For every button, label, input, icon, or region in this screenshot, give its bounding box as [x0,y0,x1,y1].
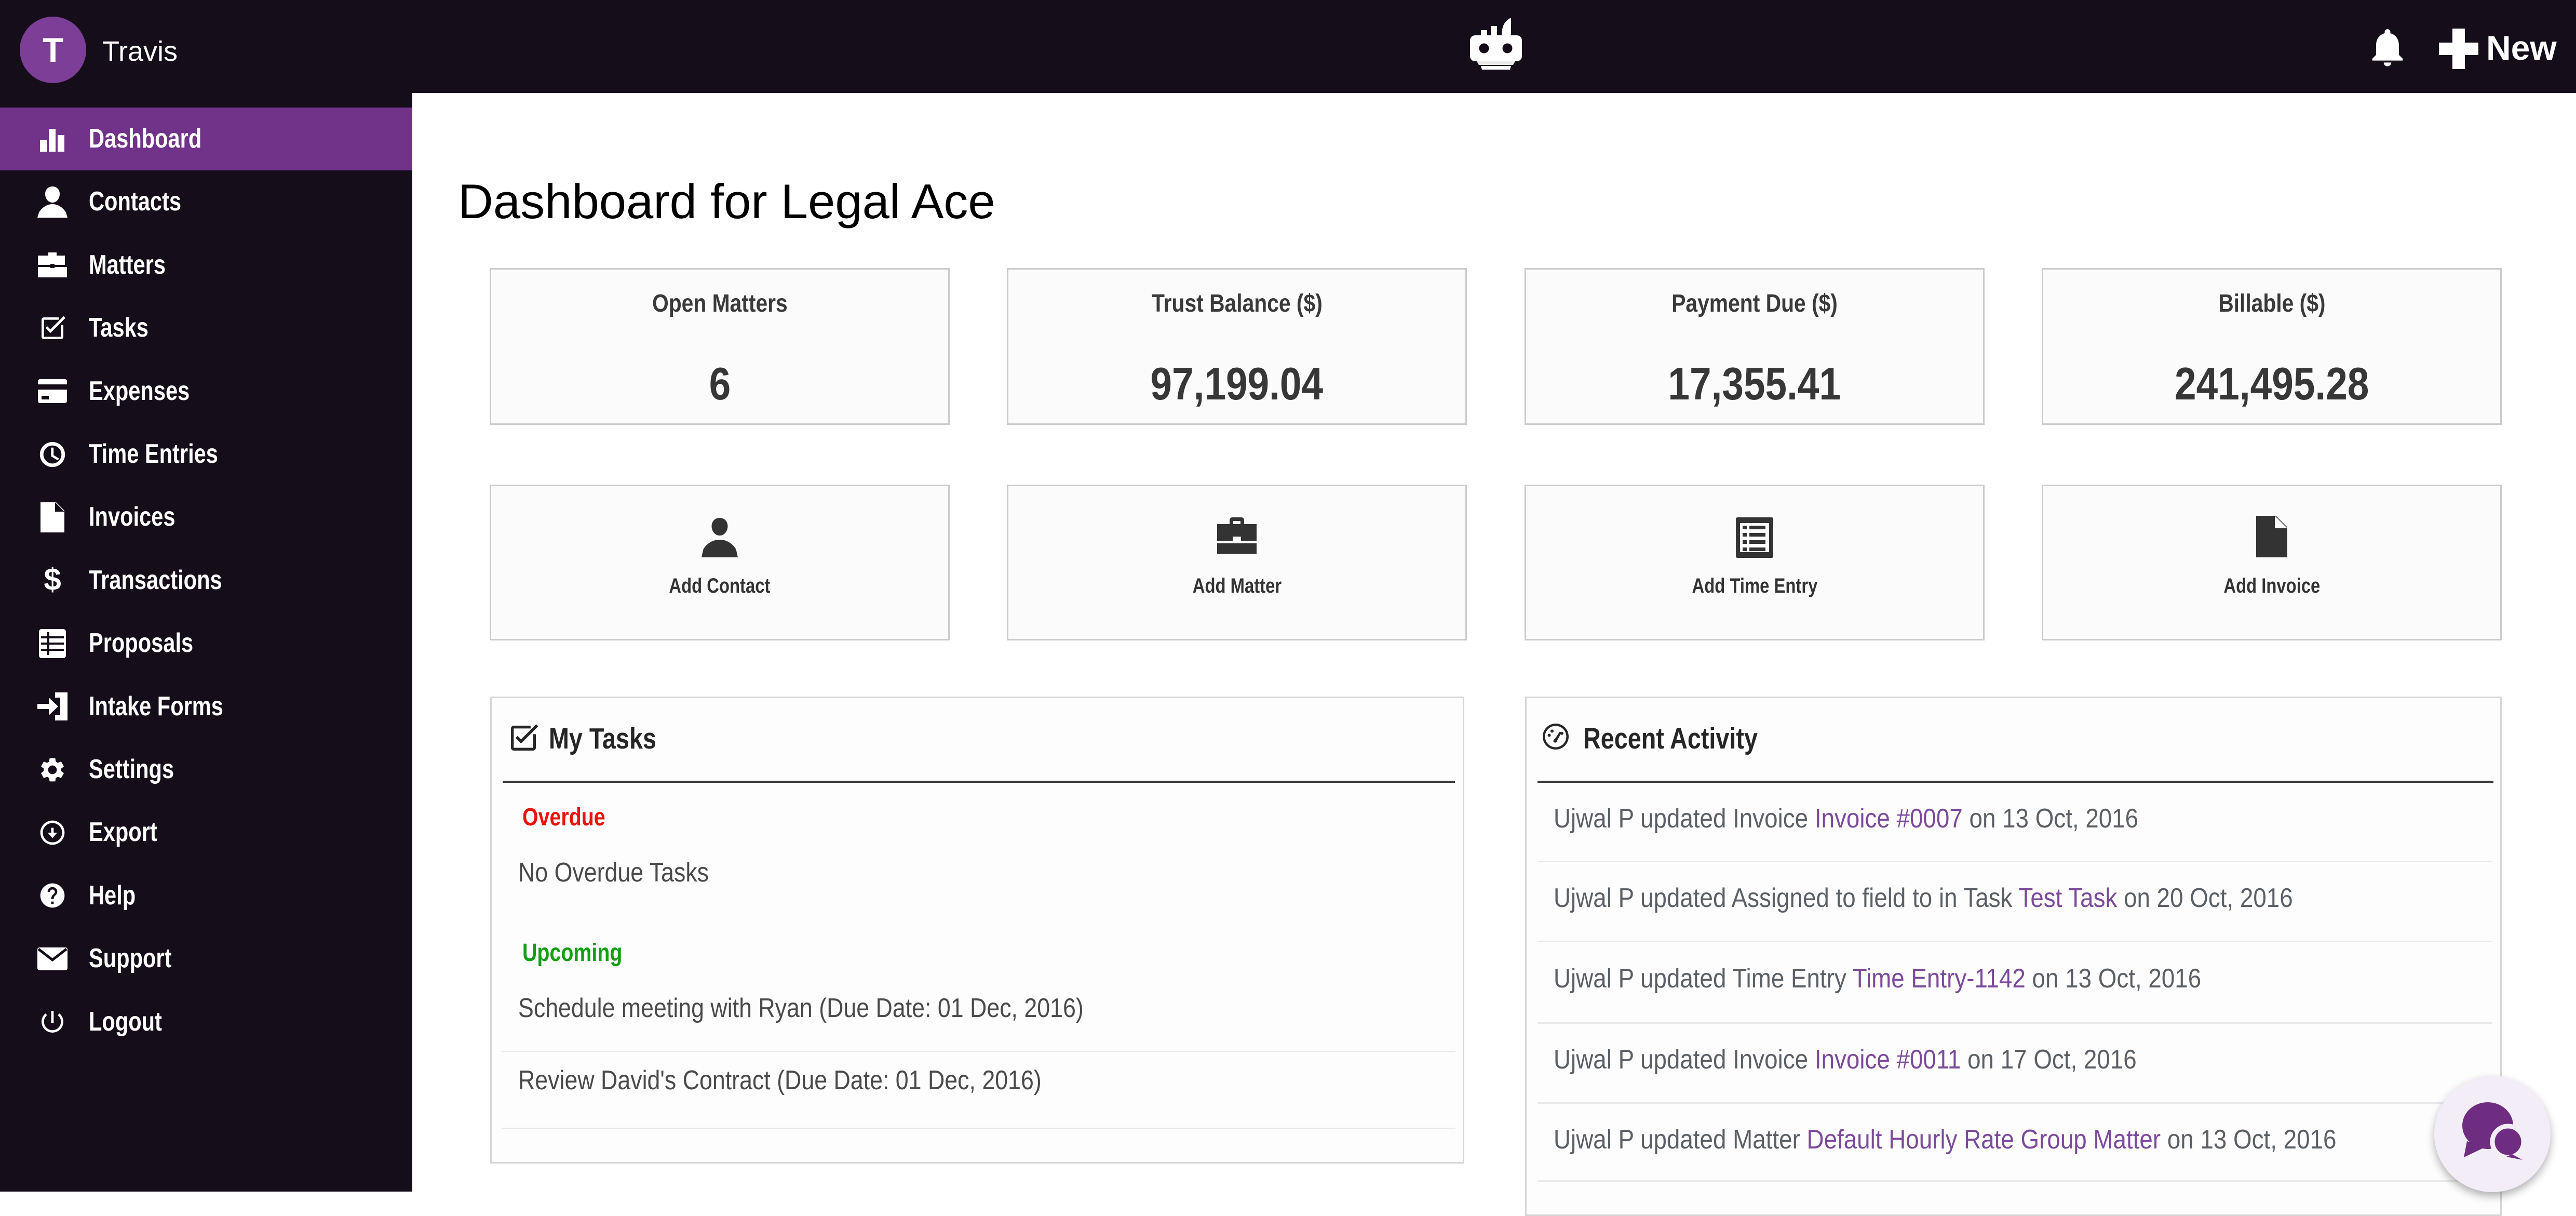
svg-text:$: $ [44,564,61,596]
